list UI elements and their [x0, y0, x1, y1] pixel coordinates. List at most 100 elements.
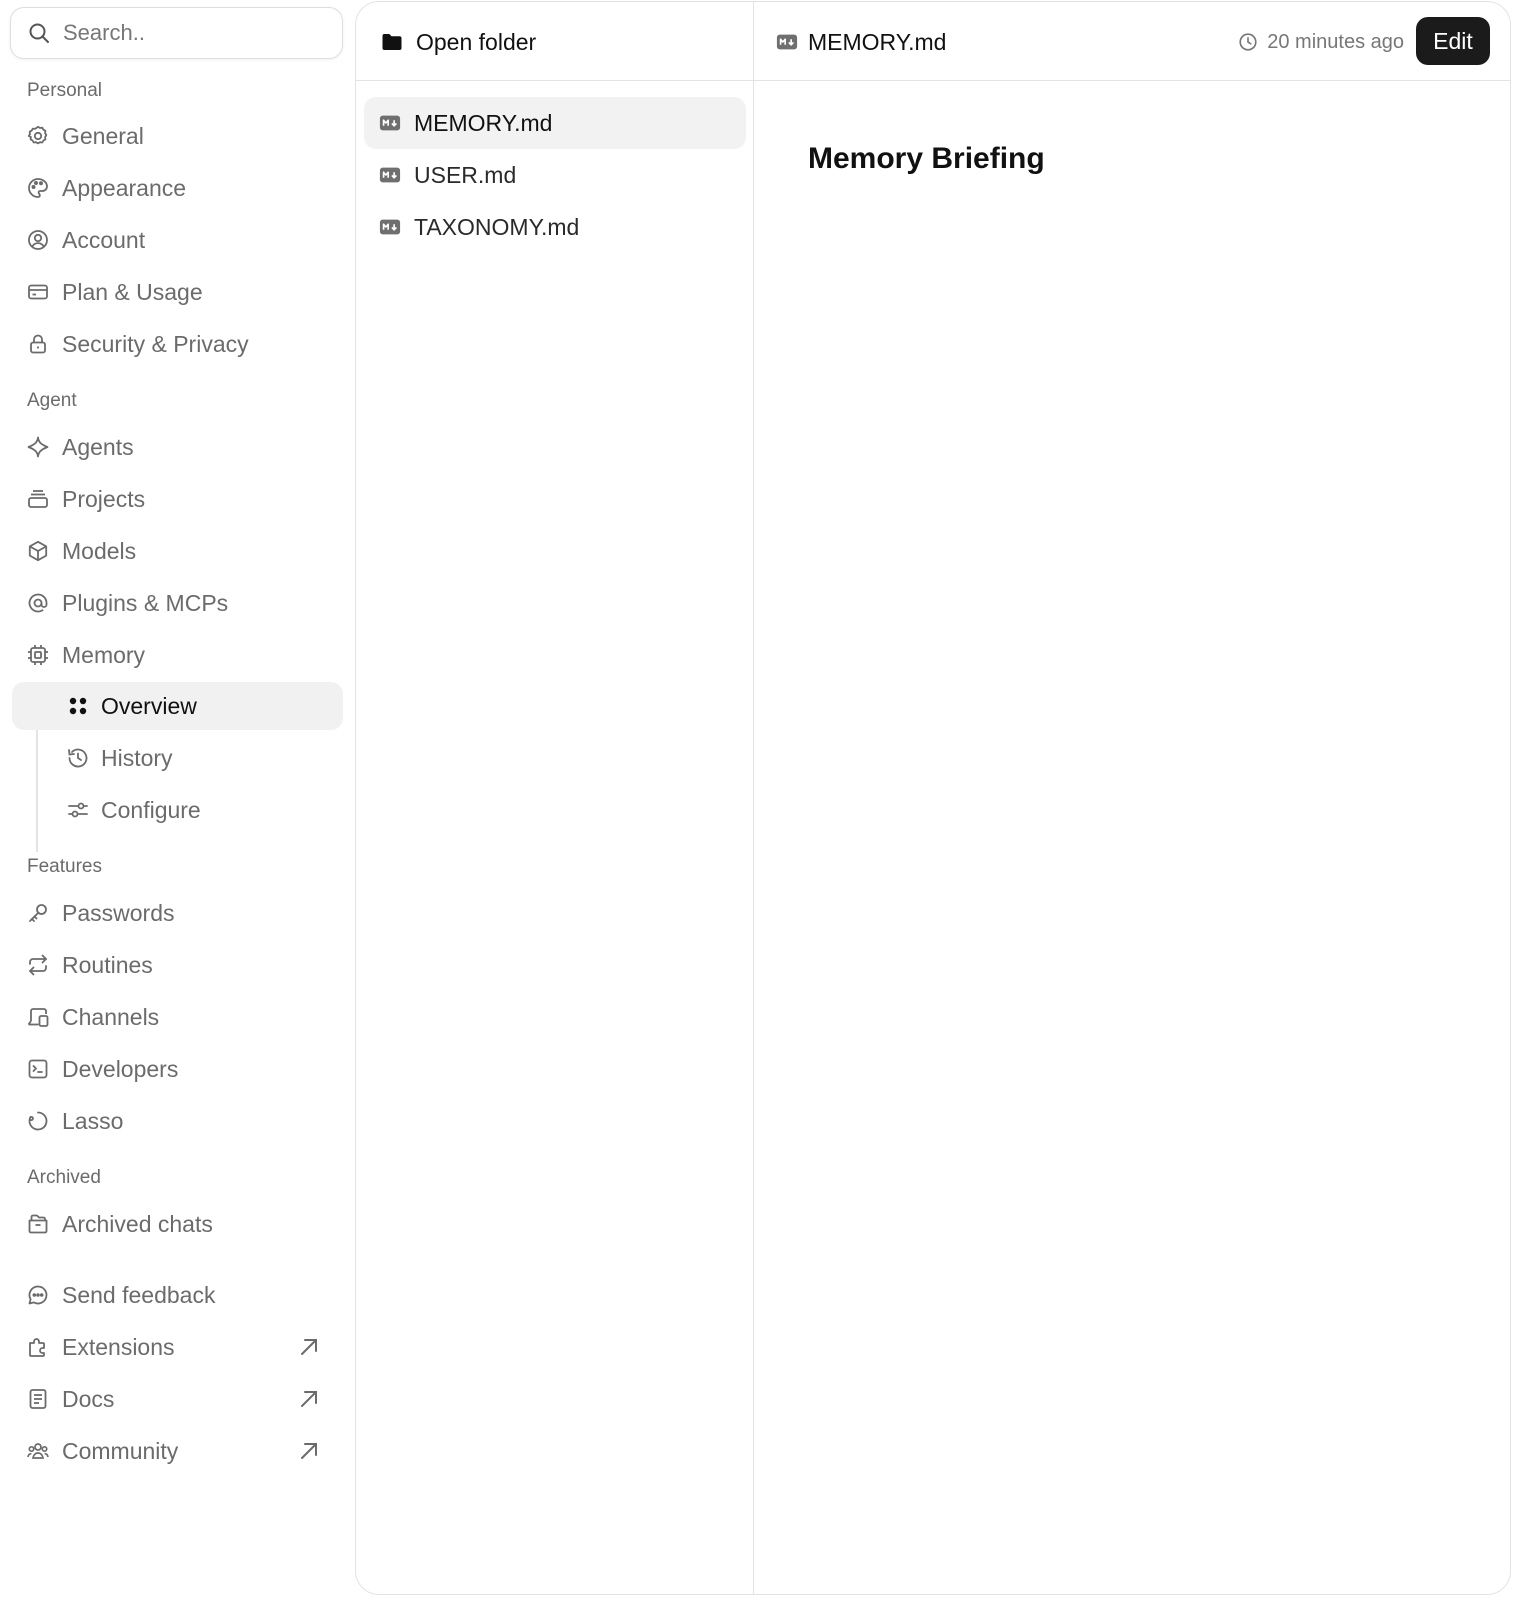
sidebar-item-label: Projects	[62, 485, 146, 512]
sidebar-item-security-privacy[interactable]: Security & Privacy	[12, 320, 343, 368]
memory-overview-panel: Open folder MEMORY.md USER.md TAXONOMY.m…	[355, 1, 1511, 1595]
external-link-icon	[297, 1387, 321, 1411]
sidebar-item-label: Memory	[62, 641, 146, 668]
section-label-agent: Agent	[27, 390, 77, 411]
credit-card-icon	[26, 280, 50, 304]
sidebar-item-label: General	[62, 122, 144, 149]
sidebar-item-agents[interactable]: Agents	[12, 423, 343, 471]
stack-icon	[26, 487, 50, 511]
at-sign-icon	[26, 591, 50, 615]
settings-app: Personal General Appearance Account Plan…	[0, 0, 1519, 1600]
open-folder-button[interactable]: Open folder	[380, 26, 536, 58]
section-label-archived: Archived	[27, 1167, 101, 1188]
file-item-taxonomy[interactable]: TAXONOMY.md	[364, 201, 746, 253]
open-folder-label: Open folder	[416, 28, 537, 55]
section-label-personal: Personal	[27, 80, 102, 101]
sidebar-item-label: Developers	[62, 1055, 179, 1082]
sidebar-item-label: Configure	[101, 796, 201, 823]
file-list-pane: Open folder MEMORY.md USER.md TAXONOMY.m…	[356, 2, 754, 1594]
sidebar-item-label: Community	[62, 1437, 179, 1464]
sidebar-item-label: Plugins & MCPs	[62, 589, 229, 616]
document-title: MEMORY.md	[776, 26, 946, 58]
external-link-icon	[297, 1335, 321, 1359]
sidebar-item-lasso[interactable]: Lasso	[12, 1097, 343, 1145]
file-item-memory[interactable]: MEMORY.md	[364, 97, 746, 149]
last-updated: 20 minutes ago	[1237, 28, 1404, 56]
sidebar-item-account[interactable]: Account	[12, 216, 343, 264]
sidebar-item-memory[interactable]: Memory	[12, 631, 343, 679]
cube-icon	[26, 539, 50, 563]
sidebar-item-send-feedback[interactable]: Send feedback	[12, 1271, 343, 1319]
file-name: TAXONOMY.md	[414, 213, 580, 240]
sparkle-icon	[26, 435, 50, 459]
search-box[interactable]	[10, 7, 343, 59]
archive-icon	[26, 1212, 50, 1236]
section-label-features: Features	[27, 856, 102, 877]
document-filename: MEMORY.md	[808, 28, 947, 55]
key-icon	[26, 901, 50, 925]
document-heading: Memory Briefing	[808, 142, 1045, 175]
sidebar-item-extensions[interactable]: Extensions	[12, 1323, 343, 1371]
sidebar-item-label: Lasso	[62, 1107, 124, 1134]
terminal-icon	[26, 1057, 50, 1081]
edit-button[interactable]: Edit	[1416, 17, 1490, 65]
palette-icon	[26, 176, 50, 200]
sidebar-item-models[interactable]: Models	[12, 527, 343, 575]
sidebar-item-docs[interactable]: Docs	[12, 1375, 343, 1423]
sidebar-subitem-overview[interactable]: Overview	[12, 682, 343, 730]
history-icon	[66, 746, 90, 770]
sidebar-item-archived-chats[interactable]: Archived chats	[12, 1200, 343, 1248]
grid-dots-icon	[66, 694, 90, 718]
markdown-file-icon	[776, 34, 798, 50]
sidebar-item-projects[interactable]: Projects	[12, 475, 343, 523]
sidebar-item-passwords[interactable]: Passwords	[12, 889, 343, 937]
file-item-user[interactable]: USER.md	[364, 149, 746, 201]
sidebar-item-label: Appearance	[62, 174, 187, 201]
file-name: USER.md	[414, 161, 517, 188]
sidebar-item-general[interactable]: General	[12, 112, 343, 160]
sidebar-item-channels[interactable]: Channels	[12, 993, 343, 1041]
sidebar-item-label: Plan & Usage	[62, 278, 203, 305]
sidebar-item-label: Routines	[62, 951, 153, 978]
markdown-file-icon	[379, 219, 401, 235]
lock-icon	[26, 332, 50, 356]
markdown-file-icon	[379, 167, 401, 183]
sidebar-item-label: History	[101, 744, 173, 771]
sidebar-item-label: Overview	[101, 692, 197, 719]
file-name: MEMORY.md	[414, 109, 553, 136]
chat-bubble-icon	[26, 1283, 50, 1307]
sidebar-subitem-configure[interactable]: Configure	[12, 786, 343, 834]
sidebar-item-plan-usage[interactable]: Plan & Usage	[12, 268, 343, 316]
search-input[interactable]	[63, 20, 323, 46]
sidebar-item-label: Channels	[62, 1003, 160, 1030]
document-pane: MEMORY.md 20 minutes ago Edit Memory Bri…	[754, 2, 1510, 1594]
sidebar-item-plugins-mcps[interactable]: Plugins & MCPs	[12, 579, 343, 627]
sidebar-item-label: Agents	[62, 433, 134, 460]
sidebar-item-developers[interactable]: Developers	[12, 1045, 343, 1093]
sidebar-item-label: Passwords	[62, 899, 175, 926]
chip-icon	[26, 643, 50, 667]
last-updated-text: 20 minutes ago	[1267, 30, 1404, 53]
users-icon	[26, 1439, 50, 1463]
lasso-icon	[26, 1109, 50, 1133]
user-circle-icon	[26, 228, 50, 252]
file-list-header: Open folder	[356, 2, 754, 81]
sidebar-subitem-history[interactable]: History	[12, 734, 343, 782]
document-icon	[26, 1387, 50, 1411]
sidebar-item-routines[interactable]: Routines	[12, 941, 343, 989]
sliders-icon	[66, 798, 90, 822]
sidebar-item-label: Security & Privacy	[62, 330, 249, 357]
sidebar-item-appearance[interactable]: Appearance	[12, 164, 343, 212]
puzzle-icon	[26, 1335, 50, 1359]
gear-icon	[26, 124, 50, 148]
repeat-icon	[26, 953, 50, 977]
sidebar-item-label: Extensions	[62, 1333, 175, 1360]
folder-icon	[382, 34, 402, 50]
sidebar: Personal General Appearance Account Plan…	[0, 0, 355, 1600]
sidebar-item-label: Docs	[62, 1385, 115, 1412]
sidebar-item-label: Send feedback	[62, 1281, 216, 1308]
search-icon	[29, 23, 49, 43]
sidebar-item-label: Account	[62, 226, 146, 253]
document-header: MEMORY.md 20 minutes ago Edit	[754, 2, 1510, 81]
sidebar-item-community[interactable]: Community	[12, 1427, 343, 1475]
